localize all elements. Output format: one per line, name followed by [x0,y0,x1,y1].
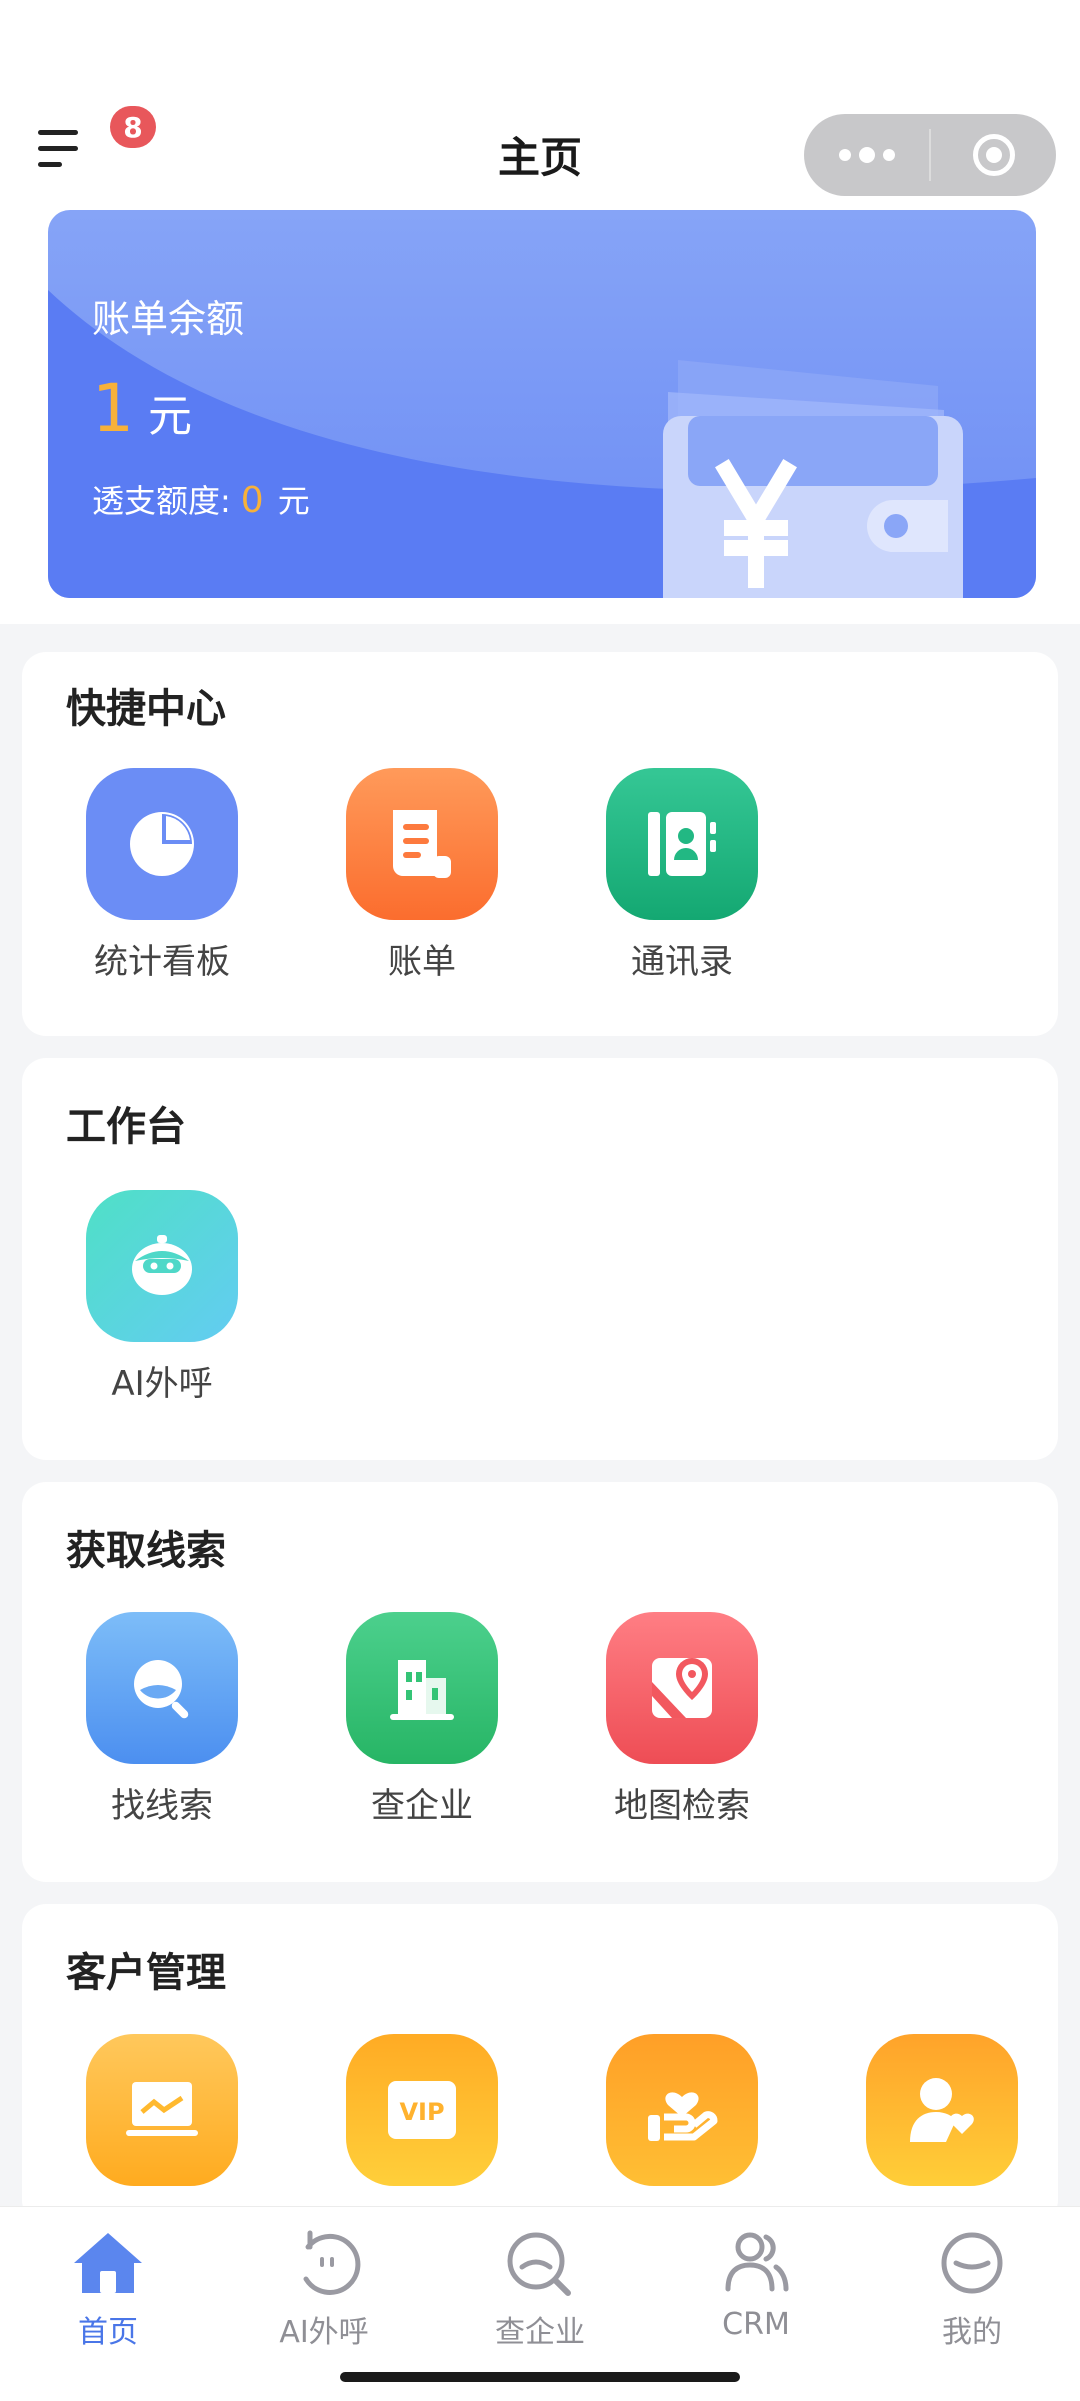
more-button[interactable] [804,114,929,196]
bill-icon [346,768,498,920]
monitor-chart-icon [86,2034,238,2186]
target-icon [972,134,1015,176]
smile-icon [941,2232,1003,2294]
section-title: 工作台 [66,1104,186,1150]
search-icon [86,1612,238,1764]
balance-card[interactable]: 账单余额 1 元 透支额度: 0 元 [48,210,1036,598]
header: 8 主页 [0,100,1080,210]
leads-map-search[interactable]: 地图检索 [572,1612,792,1827]
pie-chart-icon [86,768,238,920]
tab-home[interactable]: 首页 [0,2227,216,2351]
workbench-ai-call[interactable]: AI外呼 [52,1190,272,1405]
building-icon [346,1612,498,1764]
shortcut-stats-board[interactable]: 统计看板 [52,768,272,983]
home-indicator[interactable] [340,2372,740,2382]
customer-item-3[interactable] [572,2034,792,2186]
map-pin-icon [606,1612,758,1764]
overdraft-label: 透支额度: [92,482,231,520]
robot-icon [86,1190,238,1342]
svg-text:VIP: VIP [399,2098,444,2126]
overdraft-row: 透支额度: 0 元 [92,476,310,522]
tab-label: AI外呼 [279,2315,369,2350]
balance-value: 1 [92,370,134,447]
user-heart-icon [866,2034,1018,2186]
overdraft-unit: 元 [277,482,310,520]
overdraft-value: 0 [240,480,264,521]
item-label: 地图检索 [614,1786,750,1826]
leads-company[interactable]: 查企业 [312,1612,532,1827]
shortcut-contacts[interactable]: 通讯录 [572,768,792,983]
vip-icon: VIP [346,2034,498,2186]
customer-item-2[interactable]: VIP [312,2034,532,2186]
tab-ai-call[interactable]: AI外呼 [216,2227,432,2351]
tab-company-search[interactable]: 查企业 [432,2227,648,2351]
balance-unit: 元 [148,391,192,442]
shortcut-bill[interactable]: 账单 [312,768,532,983]
tab-label: 我的 [942,2315,1002,2350]
item-label: 账单 [388,942,456,982]
tab-crm[interactable]: CRM [648,2227,864,2342]
wallet-icon [663,360,963,598]
ai-face-icon [303,2230,361,2295]
item-label: 统计看板 [94,942,230,982]
section-title: 获取线索 [66,1528,226,1574]
customer-item-4[interactable] [832,2034,1052,2186]
section-customers: 客户管理 VIP [22,1904,1058,2224]
section-shortcuts: 快捷中心 统计看板 账单 通讯录 [22,652,1058,1036]
more-dots-icon [838,147,895,163]
tab-mine[interactable]: 我的 [864,2227,1080,2351]
hand-heart-icon [606,2034,758,2186]
close-button[interactable] [931,114,1056,196]
section-title: 快捷中心 [66,686,226,732]
tab-label: CRM [722,2307,790,2342]
people-icon [725,2232,789,2292]
customer-item-1[interactable] [52,2034,272,2186]
tab-label: 首页 [78,2315,138,2350]
item-label: AI外呼 [111,1364,213,1404]
section-title: 客户管理 [66,1950,226,1996]
balance-label: 账单余额 [92,297,245,341]
home-icon [74,2233,142,2293]
item-label: 查企业 [371,1786,473,1826]
section-workbench: 工作台 AI外呼 [22,1058,1058,1460]
section-leads: 获取线索 找线索 查企业 地图检索 [22,1482,1058,1882]
balance-amount: 1 元 [92,370,192,447]
mini-program-capsule [804,114,1056,196]
tab-label: 查企业 [495,2315,585,2350]
item-label: 通讯录 [631,942,733,982]
contacts-icon [606,768,758,920]
item-label: 找线索 [111,1786,213,1826]
leads-find[interactable]: 找线索 [52,1612,272,1827]
search-icon [507,2232,571,2296]
